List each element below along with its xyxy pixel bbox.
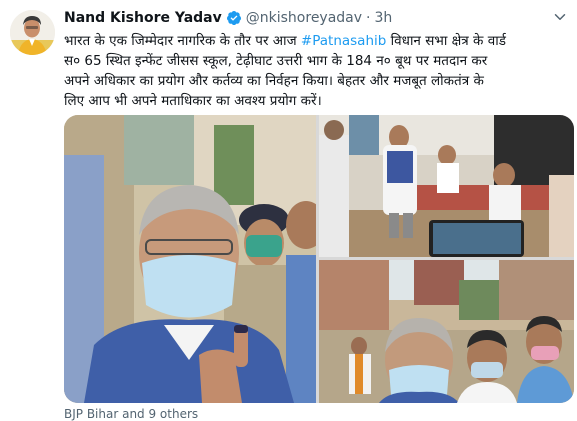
photo-image bbox=[319, 260, 574, 403]
author-name[interactable]: Nand Kishore Yadav bbox=[64, 10, 222, 26]
chevron-down-icon[interactable] bbox=[551, 8, 569, 26]
text-segment: विधान सभा क्षेत्र के वार्ड bbox=[386, 33, 506, 49]
photo-voters-queue[interactable] bbox=[319, 260, 574, 403]
media-grid bbox=[64, 115, 574, 403]
avatar-image bbox=[10, 10, 55, 55]
photo-polling-booth[interactable] bbox=[319, 115, 574, 257]
text-segment: भारत के एक जिम्मेदार नागरिक के तौर पर आज bbox=[64, 33, 301, 49]
tweet[interactable]: Nand Kishore Yadav @nkishoreyadav · 3h भ… bbox=[0, 0, 577, 421]
hashtag-link[interactable]: #Patnasahib bbox=[301, 33, 386, 49]
retweeted-by[interactable]: BJP Bihar and 9 others bbox=[64, 407, 198, 421]
header-separator: · bbox=[366, 10, 371, 26]
tweet-text-line: अपने अधिकार का प्रयोग और कर्तव्य का निर्… bbox=[64, 71, 569, 91]
tweet-text-line: भारत के एक जिम्मेदार नागरिक के तौर पर आज… bbox=[64, 31, 569, 51]
tweet-timestamp[interactable]: 3h bbox=[375, 10, 393, 26]
tweet-text: भारत के एक जिम्मेदार नागरिक के तौर पर आज… bbox=[64, 31, 569, 111]
tweet-header: Nand Kishore Yadav @nkishoreyadav · 3h bbox=[64, 8, 392, 28]
text-segment: स० 65 स्थित इन्फेंट जीसस स्कूल, टेढ़ीघाट… bbox=[64, 53, 488, 69]
verified-badge-icon bbox=[226, 11, 241, 25]
text-segment: अपने अधिकार का प्रयोग और कर्तव्य का निर्… bbox=[64, 73, 484, 89]
avatar[interactable] bbox=[10, 10, 55, 55]
tweet-text-line: लिए आप भी अपने मताधिकार का अवश्य प्रयोग … bbox=[64, 91, 569, 111]
photo-image bbox=[64, 115, 316, 403]
photo-image bbox=[319, 115, 574, 257]
photo-voter-showing-inked-finger[interactable] bbox=[64, 115, 316, 403]
text-segment: लिए आप भी अपने मताधिकार का अवश्य प्रयोग … bbox=[64, 93, 322, 109]
tweet-text-line: स० 65 स्थित इन्फेंट जीसस स्कूल, टेढ़ीघाट… bbox=[64, 51, 569, 71]
author-handle[interactable]: @nkishoreyadav bbox=[246, 10, 362, 26]
